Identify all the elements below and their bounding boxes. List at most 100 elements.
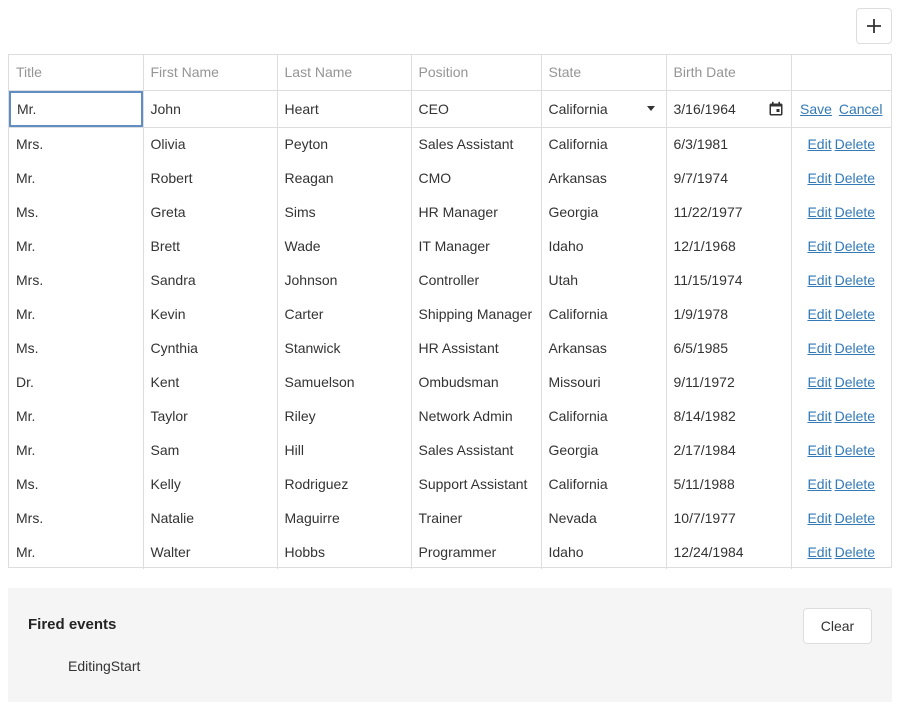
edit-link[interactable]: Edit [807, 204, 831, 220]
cell-birth-date[interactable]: 9/11/1972 [666, 365, 792, 399]
edit-link[interactable]: Edit [807, 408, 831, 424]
column-header-birth-date[interactable]: Birth Date [666, 55, 792, 91]
edit-cell-first-name[interactable]: John [143, 90, 278, 128]
table-row[interactable]: Ms. Greta Sims HR Manager Georgia 11/22/1977 E… [9, 195, 891, 229]
cell-title[interactable]: Mr. [9, 229, 144, 263]
cell-title[interactable]: Mrs. [9, 263, 144, 297]
cell-last-name[interactable]: Stanwick [277, 331, 412, 365]
delete-link[interactable]: Delete [835, 544, 875, 560]
cell-first-name[interactable]: Kent [143, 365, 278, 399]
cell-last-name[interactable]: Wade [277, 229, 412, 263]
state-select[interactable]: California [549, 91, 659, 127]
cell-position[interactable]: Programmer [411, 535, 542, 569]
add-row-button[interactable] [856, 8, 892, 44]
table-row[interactable]: Dr. Kent Samuelson Ombudsman Missouri 9/11/19… [9, 365, 891, 399]
cell-last-name[interactable]: Samuelson [277, 365, 412, 399]
delete-link[interactable]: Delete [835, 408, 875, 424]
cell-first-name[interactable]: Cynthia [143, 331, 278, 365]
cell-state[interactable]: California [541, 297, 667, 331]
table-row[interactable]: Mr. Kevin Carter Shipping Manager California… [9, 297, 891, 331]
last-name-editor[interactable]: Heart [285, 101, 319, 117]
cell-last-name[interactable]: Johnson [277, 263, 412, 297]
delete-link[interactable]: Delete [835, 238, 875, 254]
cell-last-name[interactable]: Carter [277, 297, 412, 331]
table-row[interactable]: Mr. Sam Hill Sales Assistant Georgia 2/17/198… [9, 433, 891, 467]
cell-birth-date[interactable]: 10/7/1977 [666, 501, 792, 535]
edit-link[interactable]: Edit [807, 442, 831, 458]
position-editor[interactable]: CEO [419, 101, 449, 117]
table-row[interactable]: Mr. Robert Reagan CMO Arkansas 9/7/1974 Edit De… [9, 161, 891, 195]
edit-link[interactable]: Edit [807, 544, 831, 560]
edit-link[interactable]: Edit [807, 306, 831, 322]
column-header-last-name[interactable]: Last Name [277, 55, 412, 91]
edit-cell-position[interactable]: CEO [411, 90, 542, 128]
cell-position[interactable]: Support Assistant [411, 467, 542, 501]
cancel-link[interactable]: Cancel [839, 101, 883, 117]
edit-link[interactable]: Edit [807, 510, 831, 526]
delete-link[interactable]: Delete [835, 170, 875, 186]
cell-position[interactable]: IT Manager [411, 229, 542, 263]
delete-link[interactable]: Delete [835, 476, 875, 492]
delete-link[interactable]: Delete [835, 510, 875, 526]
cell-position[interactable]: Controller [411, 263, 542, 297]
table-row[interactable]: Mrs. Sandra Johnson Controller Utah 11/15/197… [9, 263, 891, 297]
cell-title[interactable]: Mr. [9, 535, 144, 569]
table-row[interactable]: Mrs. Natalie Maguirre Trainer Nevada 10/7/197… [9, 501, 891, 535]
cell-last-name[interactable]: Hill [277, 433, 412, 467]
cell-birth-date[interactable]: 8/14/1982 [666, 399, 792, 433]
cell-last-name[interactable]: Peyton [277, 127, 412, 161]
cell-title[interactable]: Mr. [9, 399, 144, 433]
delete-link[interactable]: Delete [835, 340, 875, 356]
edit-link[interactable]: Edit [807, 170, 831, 186]
table-row[interactable]: Mrs. Olivia Peyton Sales Assistant Californi… [9, 127, 891, 161]
delete-link[interactable]: Delete [835, 374, 875, 390]
delete-link[interactable]: Delete [835, 204, 875, 220]
edit-cell-last-name[interactable]: Heart [277, 90, 412, 128]
cell-title[interactable]: Ms. [9, 331, 144, 365]
edit-link[interactable]: Edit [807, 238, 831, 254]
cell-title[interactable]: Ms. [9, 467, 144, 501]
cell-title[interactable]: Mr. [9, 433, 144, 467]
cell-last-name[interactable]: Sims [277, 195, 412, 229]
cell-position[interactable]: Network Admin [411, 399, 542, 433]
cell-last-name[interactable]: Reagan [277, 161, 412, 195]
delete-link[interactable]: Delete [835, 442, 875, 458]
cell-state[interactable]: California [541, 467, 667, 501]
cell-title[interactable]: Mrs. [9, 501, 144, 535]
cell-position[interactable]: HR Assistant [411, 331, 542, 365]
column-header-state[interactable]: State [541, 55, 667, 91]
cell-first-name[interactable]: Sam [143, 433, 278, 467]
cell-position[interactable]: Ombudsman [411, 365, 542, 399]
cell-last-name[interactable]: Rodriguez [277, 467, 412, 501]
cell-birth-date[interactable]: 9/7/1974 [666, 161, 792, 195]
cell-first-name[interactable]: Sandra [143, 263, 278, 297]
cell-state[interactable]: Georgia [541, 433, 667, 467]
cell-last-name[interactable]: Riley [277, 399, 412, 433]
cell-first-name[interactable]: Kelly [143, 467, 278, 501]
table-row[interactable]: Mr. Walter Hobbs Programmer Idaho 12/24/1984 E… [9, 535, 891, 569]
column-header-position[interactable]: Position [411, 55, 542, 91]
cell-state[interactable]: Utah [541, 263, 667, 297]
edit-link[interactable]: Edit [807, 476, 831, 492]
cell-position[interactable]: Shipping Manager [411, 297, 542, 331]
delete-link[interactable]: Delete [835, 272, 875, 288]
cell-birth-date[interactable]: 2/17/1984 [666, 433, 792, 467]
cell-title[interactable]: Dr. [9, 365, 144, 399]
cell-position[interactable]: Sales Assistant [411, 127, 542, 161]
cell-state[interactable]: Idaho [541, 535, 667, 569]
cell-position[interactable]: CMO [411, 161, 542, 195]
cell-title[interactable]: Ms. [9, 195, 144, 229]
cell-title[interactable]: Mr. [9, 297, 144, 331]
table-row[interactable]: Mr. Taylor Riley Network Admin California 8/1… [9, 399, 891, 433]
cell-state[interactable]: California [541, 127, 667, 161]
cell-birth-date[interactable]: 6/3/1981 [666, 127, 792, 161]
cell-last-name[interactable]: Maguirre [277, 501, 412, 535]
table-row[interactable]: Mr. Brett Wade IT Manager Idaho 12/1/1968 Edit… [9, 229, 891, 263]
birth-date-picker[interactable]: 3/16/1964 [674, 91, 784, 127]
cell-first-name[interactable]: Kevin [143, 297, 278, 331]
edit-link[interactable]: Edit [807, 272, 831, 288]
cell-first-name[interactable]: Olivia [143, 127, 278, 161]
cell-first-name[interactable]: Greta [143, 195, 278, 229]
cell-state[interactable]: Arkansas [541, 331, 667, 365]
table-row[interactable]: Ms. Cynthia Stanwick HR Assistant Arkansas 6/… [9, 331, 891, 365]
